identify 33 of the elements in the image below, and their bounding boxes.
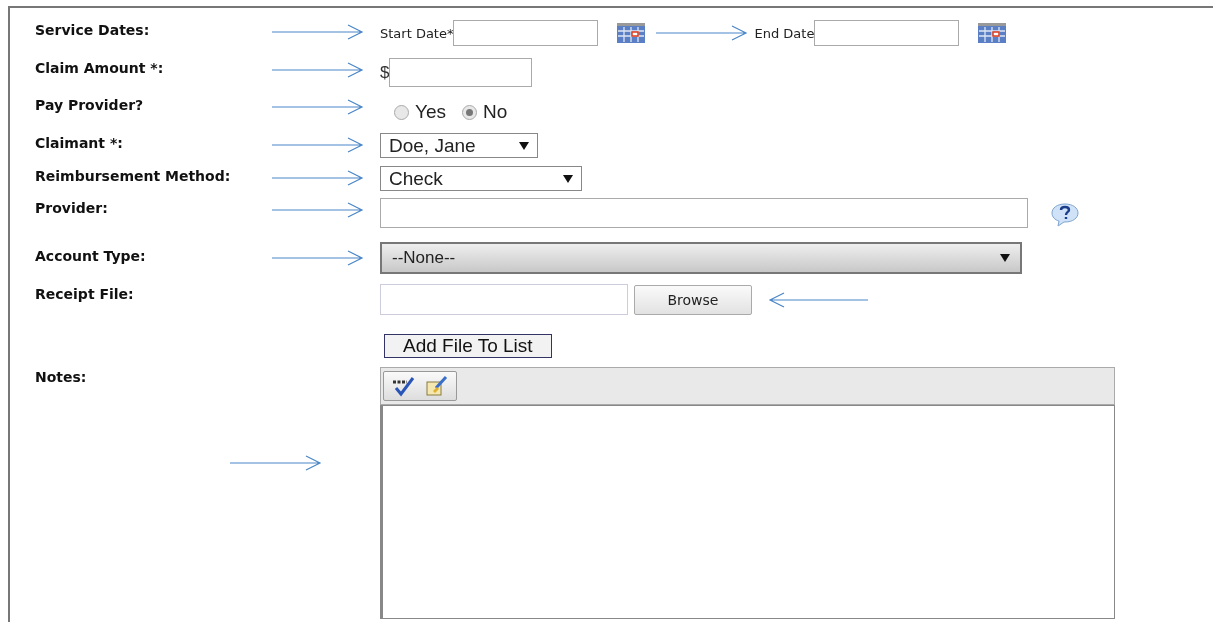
field-label: Claim Amount *: (35, 60, 164, 76)
field-label: Provider: (35, 200, 108, 216)
field-label: Receipt File: (35, 286, 134, 302)
calendar-icon[interactable] (616, 22, 647, 44)
provider-field[interactable] (380, 198, 1028, 228)
help-icon[interactable] (1050, 202, 1080, 228)
start-date-label: Start Date* (380, 25, 454, 41)
caret-icon (519, 141, 529, 150)
account-type-dropdown[interactable]: --None-- (380, 242, 1022, 274)
caret-icon (563, 174, 573, 183)
field-label: Reimbursement Method: (35, 168, 231, 184)
start-date-field[interactable] (453, 20, 599, 46)
caret-icon (1000, 254, 1010, 262)
field-label: Pay Provider? (35, 97, 144, 113)
end-date-label: End Date (754, 25, 815, 41)
field-label: Claimant *: (35, 135, 123, 151)
browse-button[interactable]: Browse (634, 284, 752, 315)
dropdown[interactable]: Doe, Jane (380, 133, 538, 158)
currency-sign: $ (380, 62, 390, 83)
dropdown[interactable]: Check (380, 166, 582, 191)
spellcheck-icon[interactable] (390, 374, 416, 398)
claim-amount-field[interactable] (389, 58, 533, 87)
field-label: Service Dates: (35, 22, 150, 38)
brush-icon[interactable] (424, 374, 450, 398)
radio-option[interactable]: Yes (394, 101, 446, 123)
add-file-button[interactable]: Add File To List (384, 334, 552, 358)
end-date-field[interactable] (814, 20, 960, 46)
field-label: Notes: (35, 369, 87, 385)
radio-option[interactable]: No (462, 101, 508, 123)
calendar-icon[interactable] (977, 22, 1008, 44)
notes-field[interactable] (380, 405, 1115, 619)
file-path-field[interactable] (380, 284, 628, 315)
field-label: Account Type: (35, 248, 146, 264)
